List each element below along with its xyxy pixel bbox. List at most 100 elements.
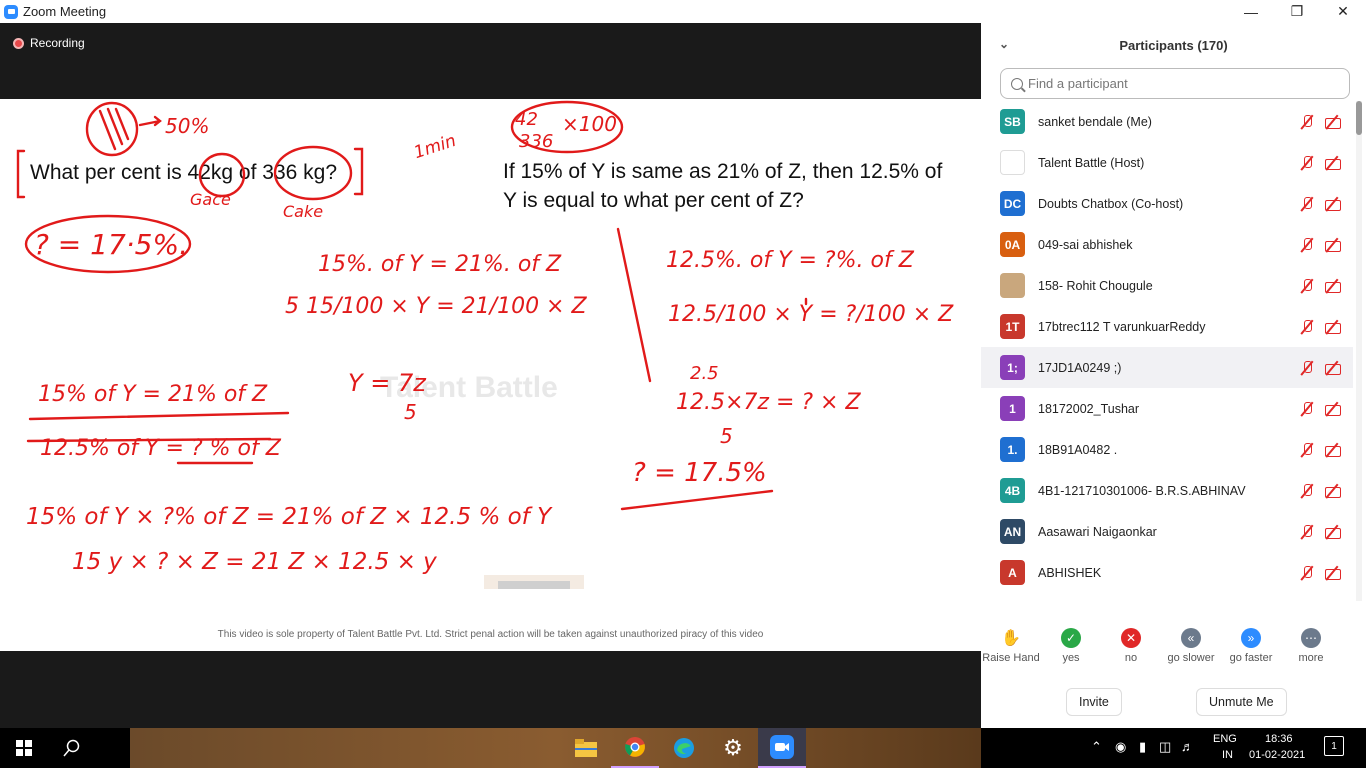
notification-center-icon[interactable]: 1 <box>1324 736 1344 756</box>
participant-row[interactable]: 1T 17btrec112 T varunkuarReddy <box>981 306 1353 347</box>
avatar: AN <box>1000 519 1025 544</box>
reaction-button[interactable]: ✕ no <box>1101 628 1161 664</box>
participant-status-icons <box>1300 524 1341 539</box>
participant-status-icons <box>1300 401 1341 416</box>
edge-taskbar-button[interactable] <box>660 728 708 768</box>
reaction-label: go slower <box>1167 652 1215 664</box>
reaction-label: no <box>1124 652 1138 664</box>
participants-panel: ⌄ Participants (170) Find a participant … <box>981 23 1366 728</box>
clock-time[interactable]: 18:36 <box>1265 733 1293 745</box>
participant-list-scrollbar[interactable] <box>1356 101 1362 601</box>
avatar: 1; <box>1000 355 1025 380</box>
participant-name: ABHISHEK <box>1038 565 1102 580</box>
participant-search-input[interactable]: Find a participant <box>1000 68 1350 99</box>
video-off-icon <box>1325 197 1341 211</box>
participant-status-icons <box>1300 319 1341 334</box>
participant-row[interactable]: A ABHISHEK <box>981 552 1353 593</box>
handwritten-annotations: 50% Gace Cake 1min 42 336 ×100 ? = 17·5%… <box>16 100 954 589</box>
video-off-icon <box>1325 279 1341 293</box>
participant-name: sanket bendale (Me) <box>1038 114 1152 129</box>
recording-indicator[interactable]: Recording <box>13 36 85 50</box>
chevron-up-icon[interactable]: ⌃ <box>1091 739 1102 755</box>
participant-status-icons <box>1300 565 1341 580</box>
svg-text:12.5/100 × Y = ?/100 × Z: 12.5/100 × Y = ?/100 × Z <box>668 302 954 327</box>
participant-row[interactable]: 1. 18B91A0482 . <box>981 429 1353 470</box>
participant-row[interactable]: 158- Rohit Chougule <box>981 265 1353 306</box>
video-off-icon <box>1325 402 1341 416</box>
svg-text:2.5: 2.5 <box>690 363 719 384</box>
participant-name: 049-sai abhishek <box>1038 237 1133 252</box>
participant-status-icons <box>1300 237 1341 252</box>
chrome-taskbar-button[interactable] <box>611 728 659 768</box>
mic-muted-icon <box>1300 196 1314 211</box>
participant-row[interactable]: AN Aasawari Naigaonkar <box>981 511 1353 552</box>
video-off-icon <box>1325 115 1341 129</box>
settings-taskbar-button[interactable]: ⚙ <box>709 728 757 768</box>
avatar: 1T <box>1000 314 1025 339</box>
check-icon: ✓ <box>1061 628 1081 648</box>
participant-row[interactable]: 1 18172002_Tushar <box>981 388 1353 429</box>
svg-text:Cake: Cake <box>283 202 323 221</box>
video-off-icon <box>1325 566 1341 580</box>
svg-text:50%: 50% <box>165 114 209 138</box>
minimize-button[interactable]: — <box>1228 0 1274 23</box>
windows-start-button[interactable] <box>0 728 48 768</box>
video-off-icon <box>1325 156 1341 170</box>
window-title: Zoom Meeting <box>23 4 107 19</box>
webcam-icon[interactable]: ◉ <box>1115 739 1126 755</box>
svg-text:336: 336 <box>519 131 553 152</box>
avatar: DC <box>1000 191 1025 216</box>
svg-text:? = 17·5%.: ? = 17·5%. <box>34 228 188 261</box>
reaction-button[interactable]: « go slower <box>1161 628 1221 664</box>
region-indicator[interactable]: IN <box>1222 749 1233 761</box>
video-off-icon <box>1325 238 1341 252</box>
participant-name: Talent Battle (Host) <box>1038 155 1145 170</box>
speaker-icon[interactable]: ♬ <box>1181 739 1194 754</box>
unmute-me-button[interactable]: Unmute Me <box>1196 688 1287 716</box>
participant-row[interactable]: DC Doubts Chatbox (Co-host) <box>981 183 1353 224</box>
copyright-notice: This video is sole property of Talent Ba… <box>217 629 764 640</box>
taskbar-search-button[interactable] <box>48 728 96 768</box>
windows-taskbar: ⚙ ⌃ ◉ ▮ ◫ ♬ ENG IN 18:36 01-02-2021 1 <box>0 728 1366 768</box>
file-explorer-taskbar-button[interactable] <box>562 728 610 768</box>
microphone-icon[interactable]: ▮ <box>1139 739 1146 755</box>
folder-icon <box>575 739 597 757</box>
participant-status-icons <box>1300 114 1341 129</box>
reaction-label: yes <box>1062 652 1080 664</box>
svg-text:15% of Y = 21% of Z: 15% of Y = 21% of Z <box>38 382 268 407</box>
reaction-button[interactable]: ⋯ more <box>1281 628 1341 664</box>
zoom-taskbar-button[interactable] <box>758 728 806 768</box>
video-off-icon <box>1325 484 1341 498</box>
participant-row[interactable]: SB sanket bendale (Me) <box>981 101 1353 142</box>
svg-text:×100: ×100 <box>562 112 617 136</box>
restore-button[interactable]: ❐ <box>1274 0 1320 23</box>
mic-muted-icon <box>1300 524 1314 539</box>
avatar: 4B <box>1000 478 1025 503</box>
reaction-button[interactable]: ✓ yes <box>1041 628 1101 664</box>
mic-muted-icon <box>1300 319 1314 334</box>
language-indicator[interactable]: ENG <box>1213 733 1237 745</box>
participant-row[interactable]: 0A 049-sai abhishek <box>981 224 1353 265</box>
battery-icon[interactable]: ◫ <box>1159 739 1171 755</box>
participant-name: 18172002_Tushar <box>1038 401 1140 416</box>
participant-row[interactable]: Talent Battle (Host) <box>981 142 1353 183</box>
recording-icon <box>13 37 24 49</box>
window-controls: — ❐ ✕ <box>1228 0 1366 23</box>
chevron-down-icon[interactable]: ⌄ <box>999 37 1009 51</box>
reaction-button[interactable]: » go faster <box>1221 628 1281 664</box>
participant-row[interactable]: 4B 4B1-121710301006- B.R.S.ABHINAV <box>981 470 1353 511</box>
participant-list[interactable]: SB sanket bendale (Me) Talent Battle (Host… <box>981 101 1353 593</box>
close-button[interactable]: ✕ <box>1320 0 1366 23</box>
participant-status-icons <box>1300 360 1341 375</box>
invite-button[interactable]: Invite <box>1066 688 1122 716</box>
participant-status-icons <box>1300 483 1341 498</box>
scrollbar-thumb[interactable] <box>1356 101 1362 135</box>
participant-row[interactable]: 1; 17JD1A0249 ;) <box>981 347 1353 388</box>
avatar: A <box>1000 560 1025 585</box>
mic-muted-icon <box>1300 237 1314 252</box>
participant-name: 18B91A0482 . <box>1038 442 1118 457</box>
participant-name: 158- Rohit Chougule <box>1038 278 1153 293</box>
raise-hand-icon: ✋ <box>1001 630 1021 647</box>
clock-date[interactable]: 01-02-2021 <box>1249 749 1305 761</box>
reaction-button[interactable]: ✋ Raise Hand <box>981 628 1041 664</box>
